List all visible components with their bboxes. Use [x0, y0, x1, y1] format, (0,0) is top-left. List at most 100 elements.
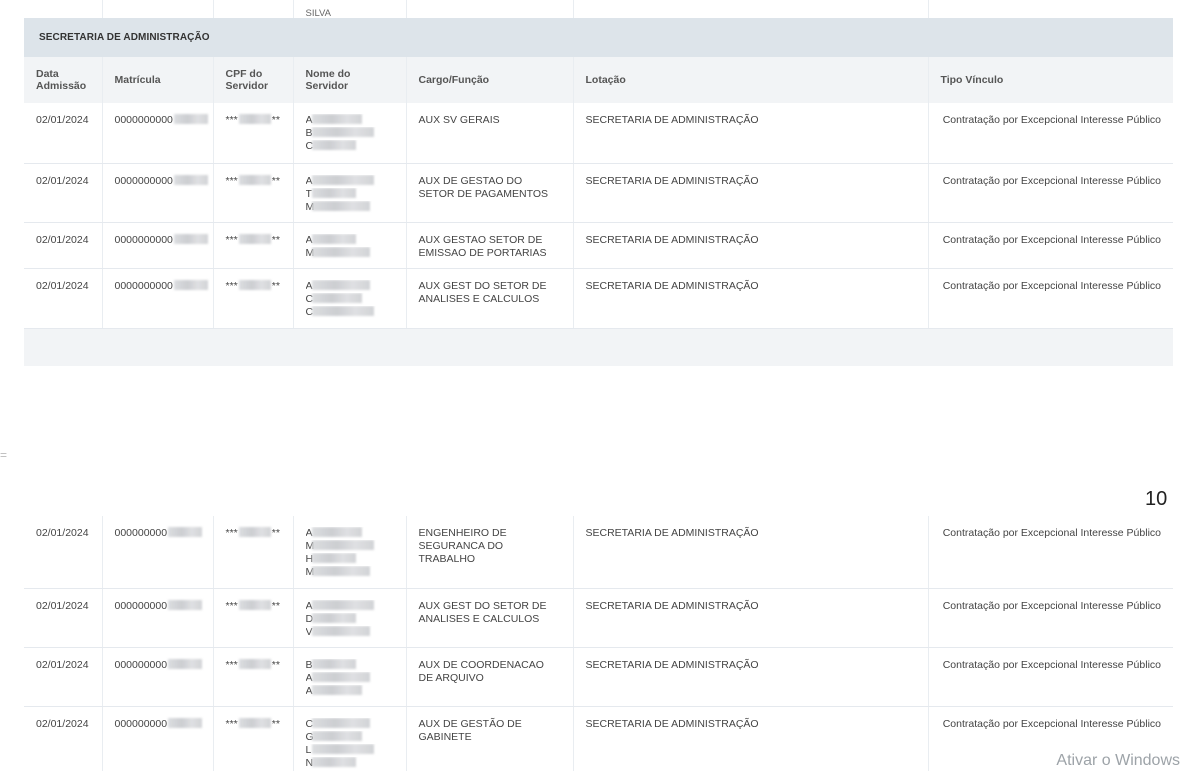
col-header-cargo: Cargo/Função [406, 57, 574, 103]
redacted-name-blur [311, 114, 362, 124]
matricula-prefix: 0000000000 [114, 233, 173, 246]
cell-cpf: *** ** [213, 163, 294, 223]
cell-date: 02/01/2024 [24, 706, 103, 771]
previous-row-tail: SILVA [24, 0, 1173, 18]
cell-nome: AMHM [293, 516, 407, 589]
name-line: A [306, 671, 394, 685]
redacted-name-blur [311, 553, 356, 563]
cell-tipo-vinculo: Contratação por Excepcional Interesse Pú… [928, 516, 1173, 589]
redacted-name-blur [311, 246, 370, 257]
col-header-nome: Nome do Servidor [293, 57, 407, 103]
redacted-matricula-blur [173, 233, 208, 244]
cpf-suffix: ** [271, 174, 280, 187]
redacted-cpf-blur [238, 717, 271, 728]
cpf-prefix: *** [225, 114, 238, 126]
cell-matricula: 0000000000 [102, 103, 214, 164]
cpf-suffix: ** [271, 233, 280, 246]
table-row: 02/01/2024 0000000000 *** ** A C C AUX GEST DO … [24, 268, 1173, 329]
cell-lotacao: SECRETARIA DE ADMINISTRAÇÃO [573, 163, 929, 223]
name-line: C [306, 140, 394, 153]
redacted-matricula-blur [168, 599, 203, 610]
cell-lotacao: SECRETARIA DE ADMINISTRAÇÃO [573, 647, 929, 707]
redacted-name-blur [311, 233, 356, 244]
windows-activation-watermark: Ativar o Windows [1056, 752, 1180, 769]
cpf-suffix: ** [271, 114, 280, 126]
cell-matricula: 0000000000 [102, 163, 214, 223]
name-line: A [306, 599, 394, 613]
redacted-name-blur [311, 305, 374, 316]
redacted-name-blur [311, 717, 370, 728]
table-footer-band [24, 328, 1173, 366]
cell-matricula: 0000000000 [102, 222, 214, 269]
page-number: 10 [1145, 488, 1168, 510]
cpf-suffix: ** [271, 599, 280, 612]
table-row: 02/01/2024 000000000 *** ** A M H M ENGENHEIRO D… [24, 516, 1173, 589]
cell-nome: ATM [293, 163, 407, 223]
redacted-matricula-blur [173, 174, 208, 185]
cell-date: 02/01/2024 [24, 516, 103, 589]
servidores-table-top: SILVA SECRETARIA DE ADMINISTRAÇÃO Data A… [24, 0, 1173, 329]
name-line: L [306, 743, 394, 757]
redacted-matricula-blur [173, 114, 208, 124]
col-header-matricula: Matrícula [102, 57, 214, 103]
redacted-name-blur [311, 292, 362, 303]
cell-lotacao: SECRETARIA DE ADMINISTRAÇÃO [573, 222, 929, 269]
name-line: B [306, 127, 394, 140]
matricula-prefix: 000000000 [114, 599, 168, 612]
cell-cargo: AUX GEST DO SETOR DE ANALISES E CALCULOS [406, 588, 574, 648]
cell-matricula: 000000000 [102, 647, 214, 707]
redacted-name-blur [311, 658, 356, 669]
cpf-prefix: *** [225, 279, 238, 292]
name-line: M [306, 566, 394, 579]
matricula-prefix: 0000000000 [114, 114, 173, 126]
name-line: A [306, 114, 394, 127]
redacted-name-blur [311, 612, 356, 623]
cell-date: 02/01/2024 [24, 268, 103, 329]
cpf-prefix: *** [225, 599, 238, 612]
table-row: 02/01/2024 0000000000 *** ** A T M AUX DE GESTA… [24, 163, 1173, 223]
cell-nome: ACC [293, 268, 407, 329]
redacted-name-blur [311, 140, 356, 150]
name-line: N [306, 756, 394, 770]
cell-tipo-vinculo: Contratação por Excepcional Interesse Pú… [928, 103, 1173, 164]
name-line: A [306, 174, 394, 188]
name-line: D [306, 612, 394, 626]
redacted-name-blur [311, 671, 370, 682]
name-line: T [306, 187, 394, 201]
redacted-name-blur [311, 527, 362, 537]
cell-lotacao: SECRETARIA DE ADMINISTRAÇÃO [573, 268, 929, 329]
redacted-matricula-blur [173, 279, 208, 290]
matricula-prefix: 0000000000 [114, 279, 173, 292]
name-line: G [306, 730, 394, 744]
report-page-bottom: 02/01/2024 000000000 *** ** A M H M ENGENHEIRO D… [24, 516, 1173, 771]
cell-tipo-vinculo: Contratação por Excepcional Interesse Pú… [928, 222, 1173, 269]
redacted-name-blur [311, 127, 374, 137]
table-row: 02/01/2024 000000000 *** ** B A A AUX DE COORDE… [24, 647, 1173, 707]
servidores-table-bottom: 02/01/2024 000000000 *** ** A M H M ENGENHEIRO D… [24, 516, 1173, 771]
name-line: C [306, 305, 394, 319]
table-row: 02/01/2024 0000000000 *** ** A B C AUX SV GERAI… [24, 103, 1173, 164]
cpf-suffix: ** [271, 527, 280, 539]
redacted-name-blur [311, 625, 370, 636]
name-line: C [306, 717, 394, 731]
redacted-cpf-blur [238, 527, 271, 537]
table-row: 02/01/2024 0000000000 *** ** A M AUX GESTAO SE… [24, 222, 1173, 269]
cpf-prefix: *** [225, 527, 238, 539]
cell-date: 02/01/2024 [24, 647, 103, 707]
cell-date: 02/01/2024 [24, 103, 103, 164]
matricula-prefix: 000000000 [114, 658, 168, 671]
col-header-cpf: CPF do Servidor [213, 57, 294, 103]
redacted-cpf-blur [238, 114, 271, 124]
redacted-name-blur [311, 540, 374, 550]
cell-cpf: *** ** [213, 647, 294, 707]
cell-matricula: 000000000 [102, 516, 214, 589]
cell-cargo: AUX GEST DO SETOR DE ANALISES E CALCULOS [406, 268, 574, 329]
redacted-name-blur [311, 174, 374, 185]
redacted-name-blur [311, 756, 356, 767]
cell-lotacao: SECRETARIA DE ADMINISTRAÇÃO [573, 516, 929, 589]
cell-cargo: AUX DE GESTÃO DE GABINETE [406, 706, 574, 771]
cell-lotacao: SECRETARIA DE ADMINISTRAÇÃO [573, 706, 929, 771]
redacted-name-blur [311, 743, 374, 754]
redacted-matricula-blur [168, 717, 203, 728]
cell-date: 02/01/2024 [24, 588, 103, 648]
